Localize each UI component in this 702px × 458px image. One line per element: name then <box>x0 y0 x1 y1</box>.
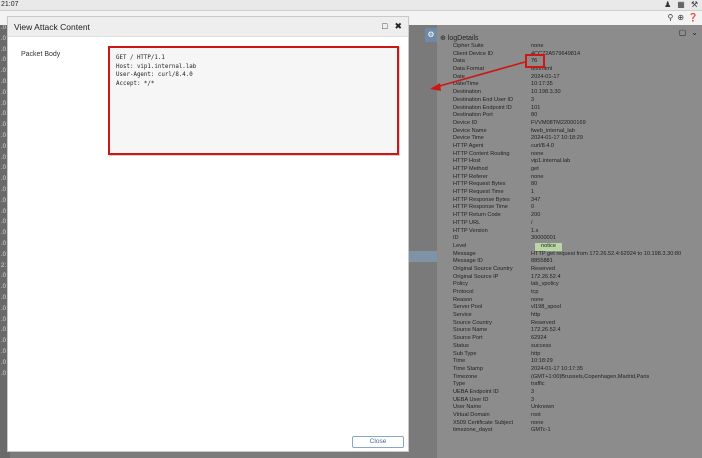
view-attack-content-dialog: View Attack Content □ ✖ Packet Body GET … <box>7 16 409 452</box>
dialog-title: View Attack Content <box>14 22 90 32</box>
packet-body-label: Packet Body <box>21 51 61 58</box>
dialog-header: View Attack Content □ ✖ <box>8 17 408 37</box>
packet-body-highlight <box>108 46 399 155</box>
close-icon[interactable]: ✖ <box>394 21 402 32</box>
maximize-icon[interactable]: □ <box>382 21 387 32</box>
close-button[interactable]: Close <box>352 436 404 448</box>
